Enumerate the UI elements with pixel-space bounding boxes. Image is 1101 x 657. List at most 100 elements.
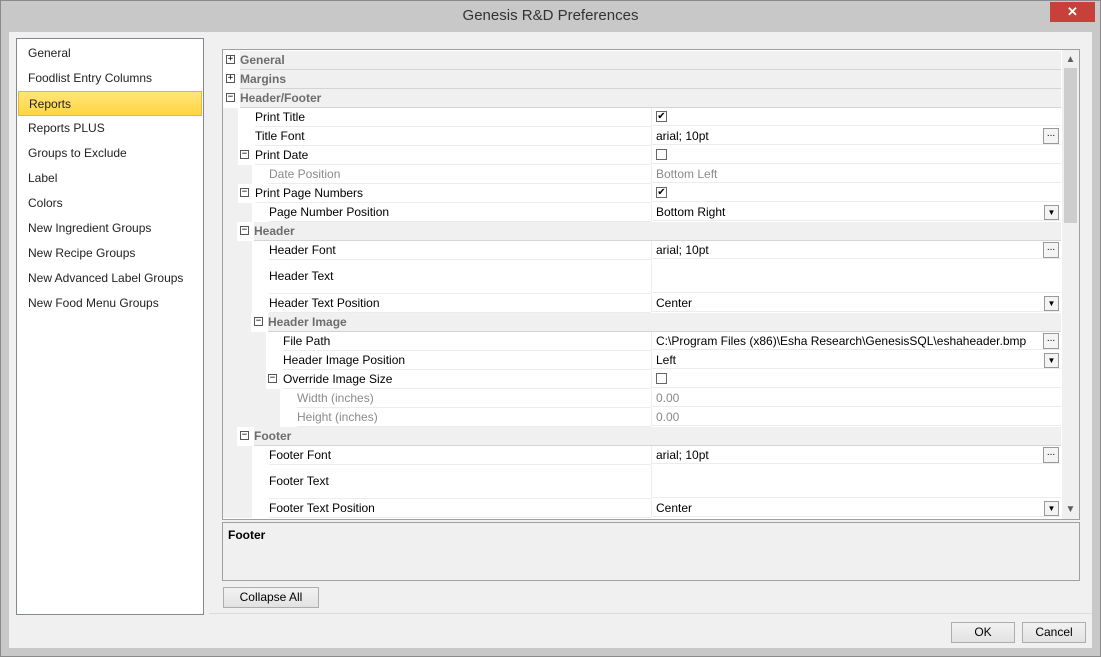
collapse-all-button[interactable]: Collapse All xyxy=(223,587,319,608)
ok-button[interactable]: OK xyxy=(951,622,1015,643)
property-row-date-position[interactable]: Date Position Bottom Left xyxy=(223,165,1061,184)
vertical-scrollbar[interactable]: ▲ ▼ xyxy=(1062,50,1079,519)
property-row-width-inches-[interactable]: Width (inches) 0.00 xyxy=(223,389,1061,408)
collapse-icon[interactable]: − xyxy=(240,226,249,235)
property-value[interactable]: ✔ xyxy=(651,184,1061,202)
property-row-print-page-numbers[interactable]: − Print Page Numbers ✔ xyxy=(223,184,1061,203)
scroll-down-icon[interactable]: ▼ xyxy=(1062,501,1079,518)
expand-icon[interactable]: + xyxy=(226,55,235,64)
sidebar-item-reports[interactable]: Reports xyxy=(18,91,202,116)
collapse-icon[interactable]: − xyxy=(240,431,249,440)
property-value: 0.00 xyxy=(651,408,1061,426)
property-row-print-title[interactable]: Print Title ✔ xyxy=(223,108,1061,127)
dropdown-arrow-icon[interactable]: ▼ xyxy=(1044,501,1059,516)
description-title: Footer xyxy=(228,528,266,542)
property-value[interactable]: C:\Program Files (x86)\Esha Research\Gen… xyxy=(651,332,1061,350)
property-name: Title Font xyxy=(255,127,651,146)
property-row-height-inches-[interactable]: Height (inches) 0.00 xyxy=(223,408,1061,427)
collapse-icon[interactable]: − xyxy=(226,93,235,102)
title-bar: Genesis R&D Preferences ✕ xyxy=(1,1,1100,31)
dropdown-arrow-icon[interactable]: ▼ xyxy=(1044,353,1059,368)
close-icon[interactable]: ✕ xyxy=(1050,2,1095,22)
indent-margin xyxy=(223,499,252,518)
scroll-up-icon[interactable]: ▲ xyxy=(1062,51,1079,68)
scroll-thumb[interactable] xyxy=(1064,68,1077,223)
property-value[interactable]: Center ▼ xyxy=(651,499,1061,517)
property-row-header-text[interactable]: Header Text xyxy=(223,260,1061,294)
sidebar-item-new-recipe-groups[interactable]: New Recipe Groups xyxy=(18,241,202,266)
sidebar-item-label[interactable]: Label xyxy=(18,166,202,191)
checkbox[interactable] xyxy=(656,373,667,385)
ellipsis-button[interactable]: ... xyxy=(1043,242,1059,258)
cancel-button[interactable]: Cancel xyxy=(1022,622,1086,643)
sidebar-item-foodlist-entry-columns[interactable]: Foodlist Entry Columns xyxy=(18,66,202,91)
sidebar-item-new-food-menu-groups[interactable]: New Food Menu Groups xyxy=(18,291,202,316)
property-value-text: arial; 10pt xyxy=(656,448,709,462)
category-label[interactable]: Header xyxy=(254,222,1061,241)
category-label[interactable]: General xyxy=(240,51,1061,70)
category-label[interactable]: Header/Footer xyxy=(240,89,1061,108)
collapse-icon[interactable]: − xyxy=(240,150,249,159)
property-value[interactable]: arial; 10pt... xyxy=(651,127,1061,145)
collapse-icon[interactable]: − xyxy=(268,374,277,383)
property-row-print-date[interactable]: − Print Date xyxy=(223,146,1061,165)
footer-separator xyxy=(209,613,1092,614)
property-value-text: Center xyxy=(656,296,693,310)
indent-margin xyxy=(223,465,252,499)
ellipsis-button[interactable]: ... xyxy=(1043,128,1059,144)
property-value[interactable] xyxy=(651,146,1061,164)
checkbox[interactable] xyxy=(656,149,667,161)
property-name: Footer Font xyxy=(269,446,651,465)
property-row-header-text-position[interactable]: Header Text Position Center ▼ xyxy=(223,294,1061,313)
property-value[interactable]: arial; 10pt... xyxy=(651,446,1061,464)
expand-icon[interactable]: + xyxy=(226,74,235,83)
property-value[interactable] xyxy=(651,260,1061,293)
property-value[interactable] xyxy=(651,370,1061,388)
indent-margin xyxy=(223,241,252,260)
category-label[interactable]: Header Image xyxy=(268,313,1061,332)
sidebar-item-general[interactable]: General xyxy=(18,41,202,66)
category-label[interactable]: Footer xyxy=(254,427,1061,446)
sidebar-item-groups-to-exclude[interactable]: Groups to Exclude xyxy=(18,141,202,166)
property-row-header-image-position[interactable]: Header Image Position Left ▼ xyxy=(223,351,1061,370)
property-value[interactable] xyxy=(651,465,1061,498)
indent-margin xyxy=(223,427,237,446)
property-row-override-image-size[interactable]: − Override Image Size xyxy=(223,370,1061,389)
window-title: Genesis R&D Preferences xyxy=(462,7,639,24)
ellipsis-button[interactable]: ... xyxy=(1043,447,1059,463)
preferences-window: Genesis R&D Preferences ✕ General Foodlis… xyxy=(0,0,1101,657)
sidebar-item-new-ingredient-groups[interactable]: New Ingredient Groups xyxy=(18,216,202,241)
property-row-footer-font[interactable]: Footer Font arial; 10pt... xyxy=(223,446,1061,465)
property-name: Page Number Position xyxy=(269,203,651,222)
property-row-title-font[interactable]: Title Font arial; 10pt... xyxy=(223,127,1061,146)
category-general: + General xyxy=(223,51,1061,70)
collapse-icon[interactable]: − xyxy=(254,317,263,326)
collapse-icon[interactable]: − xyxy=(240,188,249,197)
property-name: Print Page Numbers xyxy=(255,184,651,203)
sidebar-item-colors[interactable]: Colors xyxy=(18,191,202,216)
indent-margin xyxy=(223,184,238,203)
property-row-footer-text-position[interactable]: Footer Text Position Center ▼ xyxy=(223,499,1061,518)
ellipsis-button[interactable]: ... xyxy=(1043,333,1059,349)
property-value[interactable]: ✔ xyxy=(651,108,1061,126)
category-label[interactable]: Margins xyxy=(240,70,1061,89)
property-row-page-number-position[interactable]: Page Number Position Bottom Right ▼ xyxy=(223,203,1061,222)
property-value[interactable]: Bottom Right ▼ xyxy=(651,203,1061,221)
sidebar-item-reports-plus[interactable]: Reports PLUS xyxy=(18,116,202,141)
dropdown-arrow-icon[interactable]: ▼ xyxy=(1044,296,1059,311)
property-name: Width (inches) xyxy=(297,389,651,408)
property-value[interactable]: arial; 10pt... xyxy=(651,241,1061,259)
indent-margin xyxy=(223,165,252,184)
dropdown-arrow-icon[interactable]: ▼ xyxy=(1044,205,1059,220)
property-row-file-path[interactable]: File Path C:\Program Files (x86)\Esha Res… xyxy=(223,332,1061,351)
indent-margin xyxy=(223,108,238,127)
property-value[interactable]: Center ▼ xyxy=(651,294,1061,312)
property-name: Print Title xyxy=(255,108,651,127)
sidebar-item-new-advanced-label-groups[interactable]: New Advanced Label Groups xyxy=(18,266,202,291)
property-row-footer-text[interactable]: Footer Text xyxy=(223,465,1061,499)
property-row-header-font[interactable]: Header Font arial; 10pt... xyxy=(223,241,1061,260)
checkbox[interactable]: ✔ xyxy=(656,187,667,199)
property-value[interactable]: Left ▼ xyxy=(651,351,1061,369)
dialog-body: General Foodlist Entry Columns Reports Repo… xyxy=(9,32,1092,648)
checkbox[interactable]: ✔ xyxy=(656,111,667,123)
